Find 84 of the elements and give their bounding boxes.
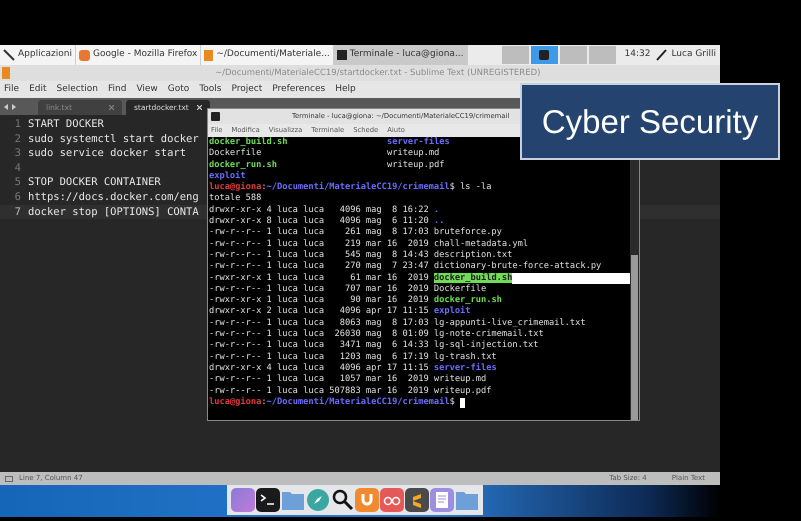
folder-name: server-files (387, 137, 450, 147)
folder-name: server-files (434, 362, 497, 373)
terminal-text: $ ls -la (450, 182, 492, 192)
terminal-text: : (261, 182, 267, 192)
search-icon[interactable] (330, 488, 355, 512)
selected-file-name: docker_build.sh (434, 272, 512, 283)
terminal-icon (211, 112, 220, 121)
menu-item[interactable]: Edit (29, 82, 46, 96)
terminal-text: -rw-r--r-- 1 luca luca 8063 mag 8 17:03 lg-appunti-live_crimemail.txt (209, 318, 586, 328)
terminal-text: Dockerfile (209, 148, 262, 158)
firefox-icon (78, 50, 90, 60)
terminal-text: drwxr-xr-x 2 luca luca 4096 apr 17 11:15 (209, 306, 430, 316)
menu-item[interactable]: Tools (199, 82, 222, 96)
code-text: docker stop [OPTIONS] CONTA (28, 204, 199, 220)
file-name: docker_run.sh (434, 295, 502, 306)
tab-arrows-icon[interactable] (4, 102, 16, 110)
menu-item[interactable]: Preferences (272, 82, 326, 96)
folder-name: . (434, 204, 440, 215)
terminal-text: -rw-r--r-- 1 luca luca 3471 mag 6 14:33 lg-sql-injection.txt (209, 340, 539, 350)
code-text: sudo service docker start (28, 146, 186, 161)
terminal-text: -rw-r--r-- 1 luca luca 1203 mag 6 17:19 lg-trash.txt (209, 352, 497, 362)
code-text: sudo systemctl start docker (28, 132, 199, 146)
clock: 14:32 (624, 48, 650, 62)
terminal-text: -rw-r--r-- 1 luca luca 261 mag 8 17:03 bruteforce.py (209, 227, 502, 238)
terminal-text: -rwxr-xr-x 1 luca luca 90 mar 16 2019 (209, 295, 430, 306)
pen-icon (3, 49, 15, 61)
code-text: https://docs.docker.com/eng (28, 190, 199, 205)
folder-name: exploit (434, 306, 471, 316)
folder-icon[interactable] (454, 489, 479, 511)
terminal-text: -rw-r--r-- 1 luca luca 507883 mar 16 2019 writeup.pdf (209, 386, 492, 396)
taskbar-item[interactable]: Applicazioni (0, 45, 76, 65)
code-text: START DOCKER (28, 117, 104, 132)
window-title: ~/Documenti/MaterialeCC19/startdocker.txt - Sublime Text (UNREGISTERED) (215, 66, 540, 80)
menu-item[interactable]: View (136, 82, 158, 96)
menu-item[interactable]: File (4, 82, 20, 96)
menu-item[interactable]: Goto (168, 82, 190, 96)
prompt-user: luca@giona (209, 396, 262, 407)
taskbar-item[interactable]: ~/Documenti/Materiale... (201, 45, 334, 65)
menu-item[interactable]: Selection (56, 82, 98, 96)
line-number: 2 (14, 132, 22, 146)
taskbar-item[interactable]: Terminale - luca@giona... (334, 45, 468, 65)
terminal-text: drwxr-xr-x 8 luca luca 4096 mag 6 11:20 (209, 216, 430, 226)
line-number: 1 (14, 117, 22, 132)
terminal-text: totale 588 (209, 193, 262, 204)
line-number: 7 (14, 204, 22, 220)
terminal-text: -rw-r--r-- 1 luca luca 707 mar 16 2019 Dockerfile (209, 284, 486, 294)
line-number: 3 (14, 146, 22, 161)
terminal-text: -rw-r--r-- 1 luca luca 219 mar 16 2019 chall-metadata.yml (209, 238, 528, 249)
window-icon (539, 50, 549, 60)
line-number: 6 (14, 190, 22, 205)
prompt-path: ~/Documenti/MaterialeCC19/crimemail (266, 182, 450, 192)
file-name: docker_run.sh (209, 160, 277, 170)
workspace-button[interactable] (530, 46, 558, 64)
terminal-text: $ (450, 396, 456, 407)
menu-item[interactable]: Find (108, 82, 126, 96)
pen-icon (655, 49, 668, 61)
user-name: Luca Grilli (671, 48, 716, 62)
terminal-text: drwxr-xr-x 4 luca luca 4096 mag 8 16:22 (209, 204, 430, 215)
prompt-path: ~/Documenti/MaterialeCC19/crimemail (266, 396, 450, 407)
terminal-text: -rw-r--r-- 1 luca luca 26030 mag 8 01:09 lg-note-crimemail.txt (209, 329, 544, 340)
caption-text: Cyber Security (542, 102, 758, 142)
code-text: STOP DOCKER CONTAINER (28, 175, 161, 190)
scrollbar-thumb[interactable] (631, 255, 638, 420)
file-name: docker_build.sh (209, 137, 288, 147)
menu-item[interactable]: Project (231, 82, 262, 96)
folder-name: exploit (209, 170, 246, 181)
terminal-icon[interactable] (256, 488, 280, 512)
folder-name: .. (434, 216, 444, 226)
terminal-text: drwxr-xr-x 4 luca luca 4096 apr 17 11:15 (209, 362, 430, 373)
terminal-icon (336, 50, 347, 60)
terminal-text: writeup.pdf (387, 160, 445, 170)
terminal-text: -rw-r--r-- 1 luca luca 545 mag 8 14:43 description.txt (209, 250, 512, 260)
panel-icon[interactable] (5, 476, 13, 482)
terminal-text: -rw-r--r-- 1 luca luca 1057 mar 16 2019 writeup.md (209, 374, 486, 384)
line-number: 4 (14, 160, 22, 176)
menu-item[interactable]: Help (335, 82, 356, 96)
glasses-icon[interactable] (380, 488, 404, 512)
terminal-text: -rwxr-xr-x 1 luca luca 61 mar 16 2019 (209, 272, 430, 283)
terminal-text: writeup.md (387, 148, 440, 158)
prompt-user: luca@giona (209, 182, 262, 192)
line-number: 5 (14, 175, 22, 190)
terminal-text: -rw-r--r-- 1 luca luca 270 mag 7 23:47 dictionary-brute-force-attack.py (209, 261, 602, 272)
taskbar-item[interactable]: Google - Mozilla Firefox (76, 45, 202, 65)
terminal-text: : (261, 396, 267, 407)
